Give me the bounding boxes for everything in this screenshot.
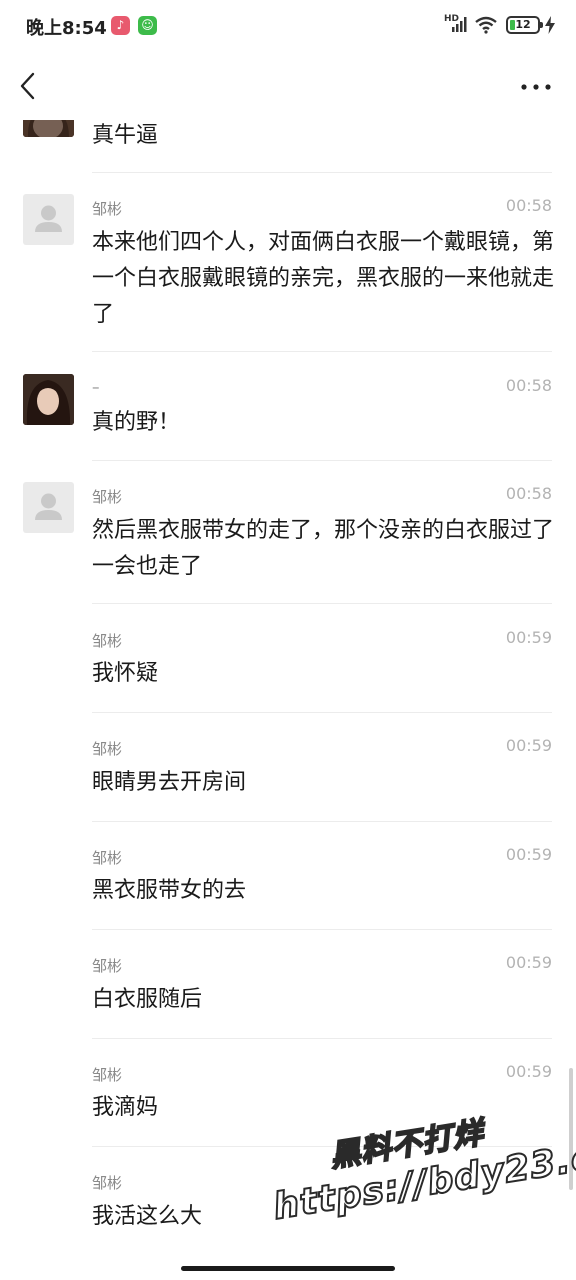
battery-icon: 12	[506, 16, 540, 34]
avatar[interactable]	[23, 482, 74, 533]
home-indicator[interactable]	[181, 1266, 395, 1271]
default-avatar-icon	[35, 493, 62, 520]
divider	[92, 821, 552, 822]
message-text: 我滴妈	[92, 1095, 159, 1120]
signal-icon	[452, 17, 467, 32]
message-text: 真的野！	[92, 410, 181, 435]
message-text: 眼睛男去开房间	[92, 770, 247, 795]
sender-name: –	[92, 378, 100, 396]
battery-cap	[540, 22, 543, 28]
divider	[92, 712, 552, 713]
avatar-photo	[23, 374, 74, 425]
divider	[92, 603, 552, 604]
more-dots-icon	[521, 84, 551, 90]
more-button[interactable]	[518, 78, 554, 96]
message-text: 我怀疑	[92, 661, 159, 686]
message-time: 00:58	[505, 196, 552, 215]
sender-name: 邹彬	[92, 849, 123, 867]
message-time: 00:59	[505, 1062, 552, 1081]
avatar-photo	[23, 120, 74, 137]
message-time: 00:59	[505, 845, 552, 864]
message-time: 00:58	[505, 376, 552, 395]
tiktok-icon: ♪	[111, 16, 130, 35]
chevron-left-icon	[20, 72, 35, 100]
message-text: 我活这么大	[92, 1204, 203, 1229]
app-notification-icon: ☺	[138, 16, 157, 35]
sender-name: 邹彬	[92, 740, 123, 758]
avatar[interactable]	[23, 120, 74, 137]
nav-bar	[0, 52, 576, 120]
message-list[interactable]: 真牛逼 邹彬 00:58 本来他们四个人，对面俩白衣服一个戴眼镜，第一个白衣服戴…	[0, 120, 576, 1255]
divider	[92, 351, 552, 352]
message-time: 00:58	[505, 484, 552, 503]
sender-name: 邹彬	[92, 488, 123, 506]
charging-icon	[545, 16, 555, 34]
divider	[92, 1146, 552, 1147]
message-time: 00:59	[505, 736, 552, 755]
divider	[92, 460, 552, 461]
message-time: 00:59	[505, 953, 552, 972]
sender-name: 邹彬	[92, 957, 123, 975]
avatar[interactable]	[23, 374, 74, 425]
scrollbar-thumb[interactable]	[569, 1068, 573, 1190]
message-text: 白衣服随后	[92, 987, 203, 1012]
message-time: 00:59	[505, 628, 552, 647]
default-avatar-icon	[35, 205, 62, 232]
sender-name: 邹彬	[92, 632, 123, 650]
status-time: 晚上8:54	[26, 18, 107, 39]
divider	[92, 929, 552, 930]
message-text: 本来他们四个人，对面俩白衣服一个戴眼镜，第一个白衣服戴眼镜的亲完，黑衣服的一来他…	[92, 230, 555, 327]
sender-name: 邹彬	[92, 1066, 123, 1084]
sender-name: 邹彬	[92, 200, 123, 218]
message-text: 然后黑衣服带女的走了，那个没亲的白衣服过了一会也走了	[92, 518, 555, 579]
sender-name: 邹彬	[92, 1174, 123, 1192]
message-text: 黑衣服带女的去	[92, 878, 247, 903]
message-text: 真牛逼	[92, 123, 159, 148]
battery-percent: 12	[515, 18, 531, 31]
avatar[interactable]	[23, 194, 74, 245]
divider	[92, 172, 552, 173]
wifi-icon	[475, 16, 497, 34]
back-button[interactable]	[14, 66, 44, 106]
status-bar: 晚上8:54 ♪ ☺ HD 12	[0, 0, 576, 52]
divider	[92, 1038, 552, 1039]
